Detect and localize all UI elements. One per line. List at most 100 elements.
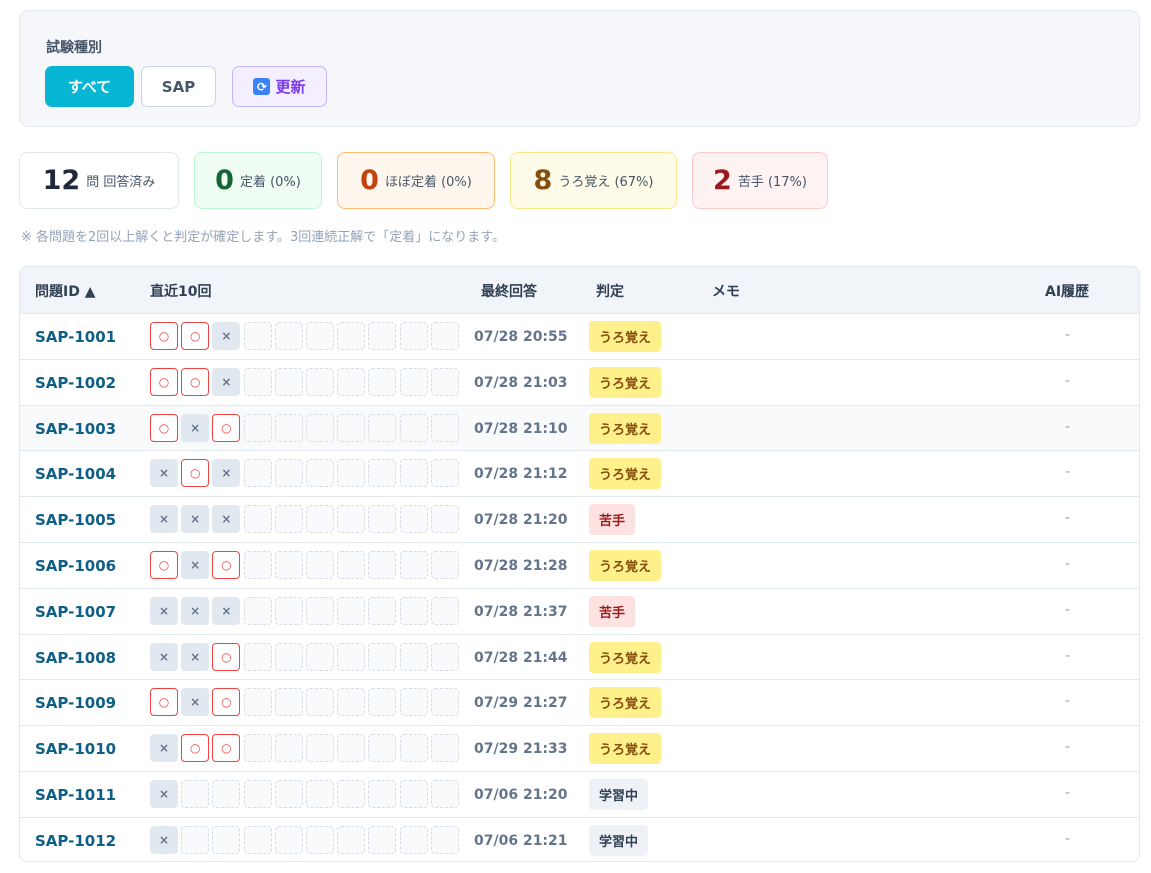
judgement-badge: 学習中 [589,779,649,810]
empty-slot [337,780,366,808]
empty-slot [430,413,459,442]
table-row: SAP-1010 × ○ ○ 07/29 21:33 うろ覚え - [20,725,1139,771]
empty-slot [337,322,366,350]
question-id-link[interactable]: SAP-1004 [35,465,116,483]
question-id-link[interactable]: SAP-1007 [35,603,116,621]
stat-fixed-label: 定着 (0%) [239,175,301,190]
judgement-badge: うろ覚え [589,687,662,719]
empty-slot [306,551,334,579]
incorrect-mark: × [150,505,178,534]
question-id-link[interactable]: SAP-1009 [35,694,116,712]
empty-slot [368,688,397,717]
empty-slot [306,825,334,854]
empty-slot [399,413,428,442]
empty-slot [243,780,272,808]
empty-slot [368,642,397,671]
empty-slot [243,642,272,671]
header-question-id[interactable]: 問題ID ▲ [35,281,95,301]
filter-all-button[interactable]: すべて [45,66,134,107]
incorrect-mark: × [150,642,178,671]
empty-slot [274,688,303,717]
empty-slot [181,780,210,808]
stat-vague-count: 8 [533,165,553,196]
correct-mark: ○ [212,734,241,763]
header-judgement: 判定 [596,284,624,300]
incorrect-mark: × [181,688,210,717]
judgement-badge: 苦手 [589,595,636,627]
question-id-link[interactable]: SAP-1006 [35,557,116,575]
empty-slot [243,825,272,854]
stat-weak-count: 2 [713,165,732,196]
question-id-link[interactable]: SAP-1003 [35,420,116,438]
ai-history-value: - [1065,693,1071,710]
filter-sap-button[interactable]: SAP [141,66,216,107]
empty-slot [430,734,459,763]
question-id-link[interactable]: SAP-1011 [35,786,116,804]
question-id-link[interactable]: SAP-1005 [35,511,116,529]
correct-mark: ○ [181,734,210,763]
empty-slot [306,596,334,625]
stat-fixed-count: 0 [215,165,234,196]
correct-mark: ○ [212,551,241,579]
empty-slot [243,596,272,625]
judgement-note: ※ 各問題を2回以上解くと判定が確定します。3回連続正解で「定着」になります。 [21,230,505,245]
table-row: SAP-1006 ○ × ○ 07/28 21:28 うろ覚え - [20,542,1139,588]
incorrect-mark: × [212,367,241,396]
incorrect-mark: × [181,642,210,671]
empty-slot [430,780,459,808]
empty-slot [274,322,303,350]
refresh-button[interactable]: ⟳ 更新 [232,66,327,107]
empty-slot [368,551,397,579]
empty-slot [399,596,428,625]
empty-slot [306,413,334,442]
table-row: SAP-1007 × × × 07/28 21:37 苦手 - [20,587,1139,634]
empty-slot [430,551,459,579]
correct-mark: ○ [212,642,241,671]
stat-answered-count: 12 [42,165,81,196]
correct-mark: ○ [212,688,241,717]
table-row: SAP-1008 × × ○ 07/28 21:44 うろ覚え - [20,633,1139,680]
judgement-badge: 苦手 [589,504,636,536]
ai-history-value: - [1065,418,1071,435]
empty-slot [274,367,303,396]
question-id-link[interactable]: SAP-1001 [35,328,116,346]
table-row: SAP-1003 ○ × ○ 07/28 21:10 うろ覚え - [20,404,1139,451]
correct-mark: ○ [181,322,210,350]
empty-slot [337,596,366,625]
empty-slot [430,688,459,717]
last-answer-time: 07/28 21:37 [474,603,568,620]
empty-slot [306,780,334,808]
last-answer-time: 07/28 20:55 [474,329,568,345]
question-table: 問題ID ▲ 直近10回 最終回答 判定 メモ AI履歴 SAP-1001 ○ ○ ×… [19,266,1140,862]
stat-weak: 2 苦手 (17%) [692,152,828,209]
last-answer-time: 07/28 21:28 [474,558,568,574]
empty-slot [399,734,428,763]
question-id-link[interactable]: SAP-1012 [35,832,116,850]
ai-history-value: - [1065,739,1071,756]
empty-slot [368,596,397,625]
question-id-link[interactable]: SAP-1002 [35,374,116,392]
empty-slot [274,642,303,671]
empty-slot [306,322,334,350]
empty-slot [399,459,428,488]
empty-slot [368,367,397,396]
empty-slot [337,551,366,579]
question-id-link[interactable]: SAP-1008 [35,649,116,667]
filter-label: 試験種別 [46,40,102,56]
table-row: SAP-1009 ○ × ○ 07/29 21:27 うろ覚え - [20,679,1139,725]
ai-history-value: - [1065,556,1071,572]
empty-slot [212,825,241,854]
header-memo: メモ [712,284,740,300]
filter-panel: 試験種別 すべて SAP ⟳ 更新 [19,10,1140,127]
correct-mark: ○ [150,322,178,350]
correct-mark: ○ [212,413,241,442]
table-row: SAP-1002 ○ ○ × 07/28 21:03 うろ覚え - [20,358,1139,405]
stat-weak-label: 苦手 (17%) [737,175,807,190]
incorrect-mark: × [181,505,210,534]
empty-slot [368,734,397,763]
question-id-link[interactable]: SAP-1010 [35,740,116,758]
empty-slot [368,322,397,350]
empty-slot [337,459,366,488]
empty-slot [274,825,303,854]
last-answer-time: 07/29 21:27 [474,695,568,712]
